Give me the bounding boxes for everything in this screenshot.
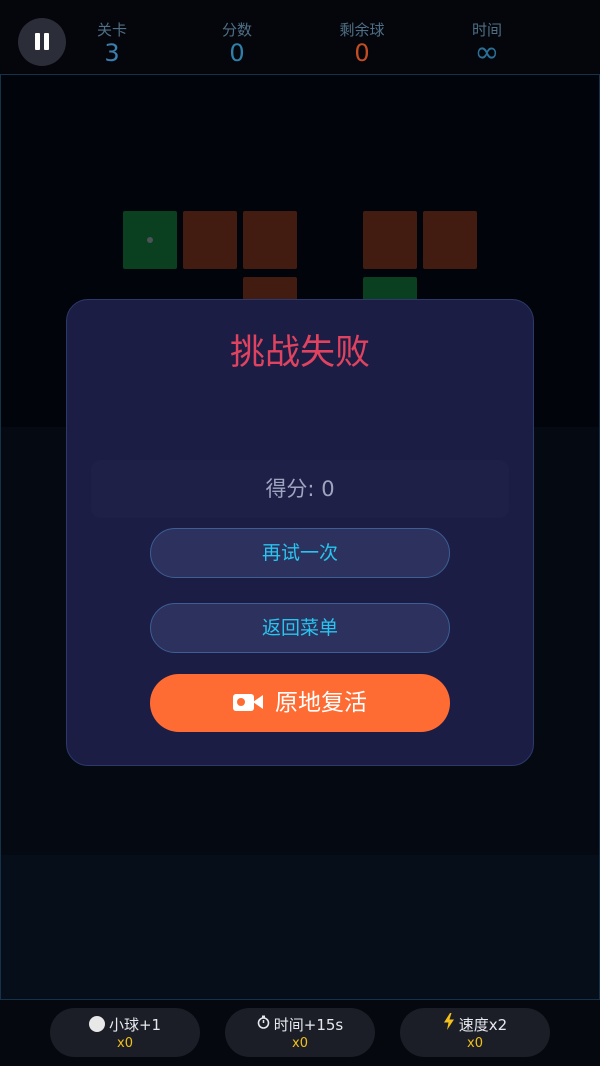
level-stat: 关卡 3 [52,20,172,66]
video-camera-icon [233,692,263,712]
pause-icon [35,33,40,50]
retry-button[interactable]: 再试一次 [150,528,450,578]
revive-label: 原地复活 [275,690,367,716]
powerup-speed[interactable]: 速度x2 x0 [400,1008,550,1057]
powerup-extra-time[interactable]: 时间+15s x0 [225,1008,375,1057]
back-to-menu-button[interactable]: 返回菜单 [150,603,450,653]
level-value: 3 [104,39,120,67]
balls-remaining-value: 0 [354,39,370,67]
stopwatch-icon [257,1013,270,1035]
pause-icon-bar [44,33,49,50]
dialog-title: 挑战失败 [229,333,370,373]
time-value: ∞ [474,35,500,70]
powerup-extra-ball[interactable]: 小球+1 x0 [50,1008,200,1057]
ball-icon [88,1016,105,1032]
time-stat: 时间 ∞ [427,20,547,70]
score-value: 0 [229,39,245,67]
powerup-count: x0 [117,1036,133,1051]
powerup-count: x0 [292,1036,308,1051]
level-label: 关卡 [96,21,127,39]
powerup-count: x0 [467,1036,483,1051]
score-stat: 分数 0 [177,20,297,66]
final-score: 得分: 0 [91,460,509,518]
balls-remaining-label: 剩余球 [339,21,385,39]
powerup-label: 小球+1 [108,1016,162,1034]
balls-remaining-stat: 剩余球 0 [302,20,422,66]
powerup-bar: 小球+1 x0 时间+15s x0 速度x2 x0 [0,1000,600,1066]
powerup-label: 时间+15s [273,1016,344,1034]
lightning-icon [443,1012,455,1036]
top-hud: 关卡 3 分数 0 剩余球 0 时间 ∞ [0,0,600,74]
powerup-label: 速度x2 [458,1016,508,1034]
score-label: 分数 [221,21,252,39]
game-over-dialog: 挑战失败 得分: 0 再试一次 返回菜单 原地复活 [66,299,534,766]
revive-button[interactable]: 原地复活 [150,674,450,732]
